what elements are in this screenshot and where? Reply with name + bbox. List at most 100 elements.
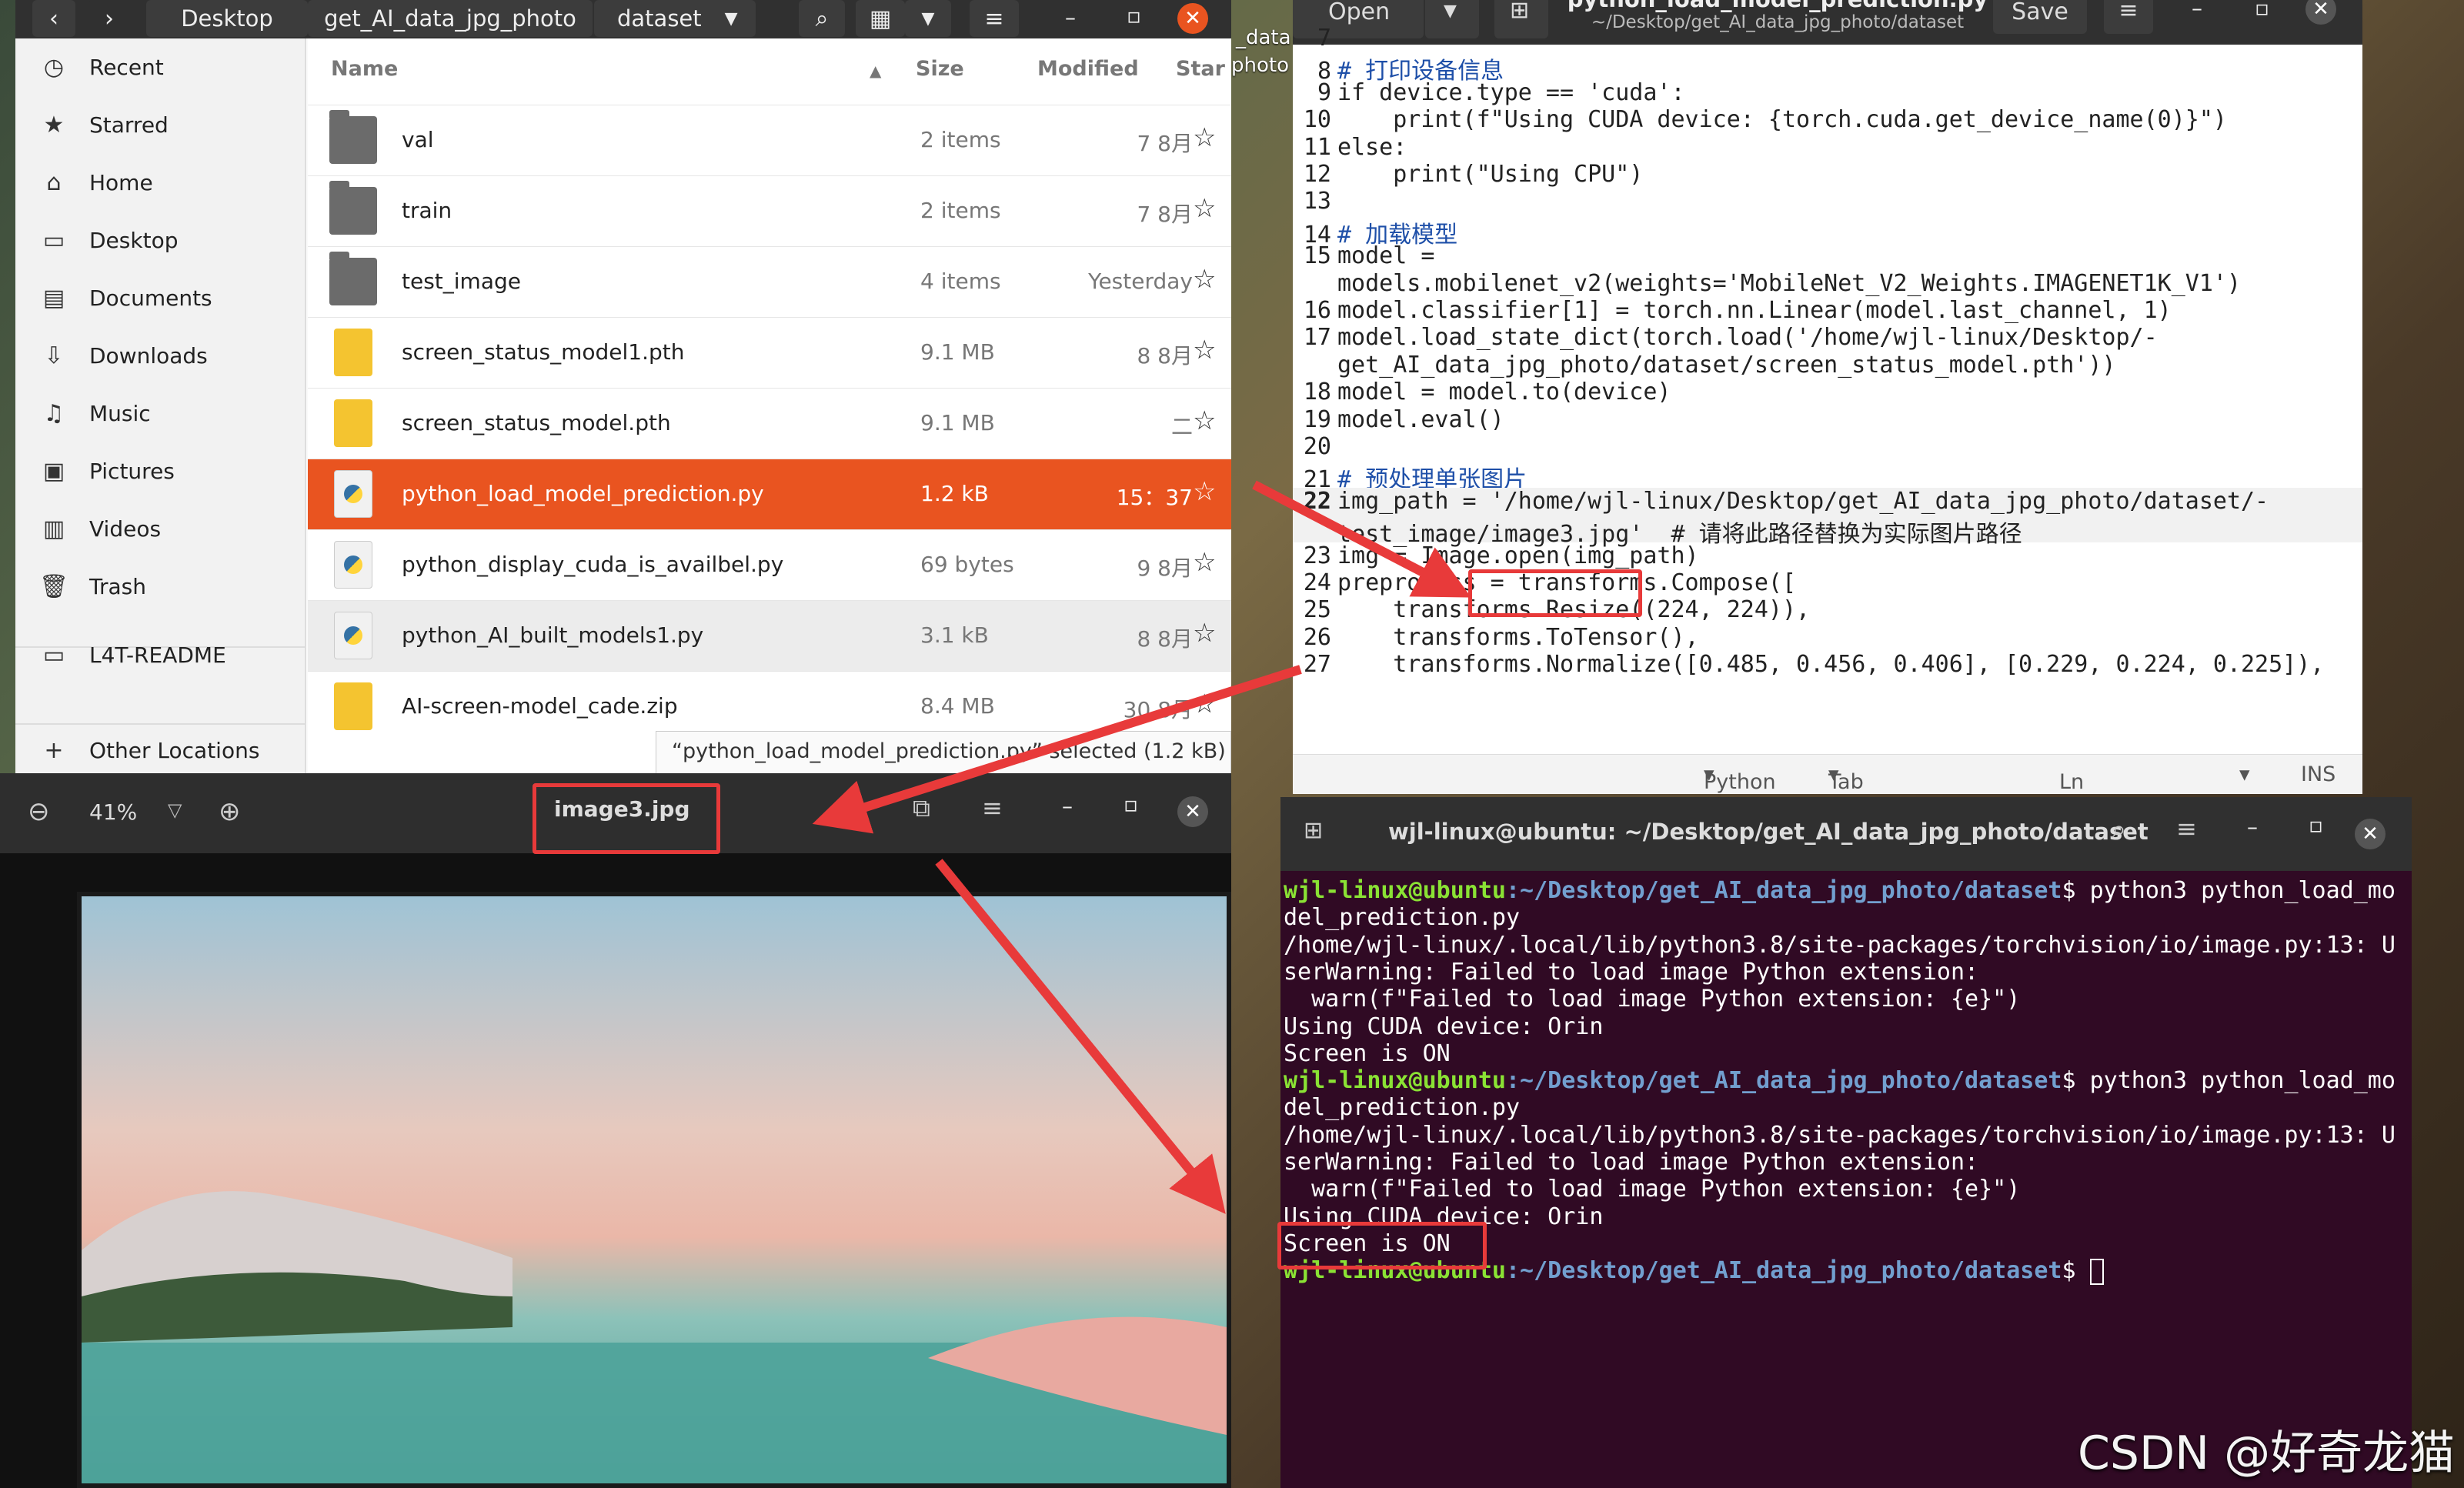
code-text: models.mobilenet_v2(weights='MobileNet_V… — [1337, 269, 2241, 297]
maximize-button[interactable]: ▫ — [2309, 812, 2323, 838]
sidebar-item-trash[interactable]: 🗑 Trash — [15, 558, 306, 615]
terminal-output[interactable]: wjl-linux@ubuntu:~/Desktop/get_AI_data_j… — [1280, 871, 2412, 1488]
forward-button[interactable]: › — [88, 0, 131, 37]
file-row[interactable]: test_image 4 items Yesterday ☆ — [308, 246, 1231, 317]
star-icon[interactable]: ☆ — [1193, 689, 1216, 719]
file-row[interactable]: python_load_model_prediction.py 1.2 kB 15：… — [308, 459, 1231, 529]
sidebar-item-desktop[interactable]: ▭ Desktop — [15, 212, 306, 269]
code-text: transforms.ToTensor(), — [1337, 623, 1699, 651]
search-icon[interactable]: ⌕ — [2112, 814, 2126, 845]
file-size: 69 bytes — [920, 552, 1014, 577]
chevron-down-icon: ▼ — [921, 8, 935, 28]
minimize-button[interactable]: – — [1062, 793, 1073, 819]
cursor — [2089, 1258, 2104, 1285]
terminal-title: wjl-linux@ubuntu: ~/Desktop/get_AI_data_… — [1388, 819, 2148, 845]
close-button[interactable]: ✕ — [1177, 796, 1208, 827]
output-text: warn(f"Failed to load image Python exten… — [1284, 1176, 2021, 1203]
file-row[interactable]: val 2 items 7 8月 ☆ — [308, 105, 1231, 175]
maximize-button[interactable]: ▫ — [2255, 0, 2269, 21]
hamburger-icon: ≡ — [2118, 0, 2138, 24]
sidebar-item-pictures[interactable]: ▣ Pictures — [15, 442, 306, 499]
terminal-line: serWarning: Failed to load image Python … — [1284, 959, 1978, 986]
close-button[interactable]: ✕ — [2305, 0, 2336, 25]
star-icon[interactable]: ☆ — [1193, 405, 1216, 436]
terminal-line: warn(f"Failed to load image Python exten… — [1284, 986, 2020, 1013]
sidebar-item-starred[interactable]: ★ Starred — [15, 96, 306, 153]
breadcrumb-folder[interactable]: get_AI_data_jpg_photo — [308, 0, 593, 37]
star-icon[interactable]: ☆ — [1193, 335, 1216, 365]
sidebar-item-l4t-readme[interactable]: ▭ L4T-README — [15, 626, 306, 683]
code-line: 24 preprocess = transforms.Compose([ — [1293, 569, 2362, 597]
file-size: 2 items — [920, 198, 1001, 223]
breadcrumb-desktop[interactable]: Desktop — [146, 0, 308, 37]
sidebar-item-other-locations[interactable]: + Other Locations — [15, 726, 306, 773]
file-row[interactable]: train 2 items 7 8月 ☆ — [308, 175, 1231, 246]
desktop-icon-label[interactable]: _data — [1236, 26, 1291, 49]
sidebar-item-label: Videos — [89, 515, 162, 542]
code-area[interactable]: 7 8 # 打印设备信息 9 if device.type == 'cuda': 10 p… — [1293, 25, 2362, 752]
file-row[interactable]: screen_status_model.pth 9.1 MB 二 ☆ — [308, 388, 1231, 459]
sidebar-item-videos[interactable]: ▥ Videos — [15, 500, 306, 557]
close-button[interactable]: ✕ — [1177, 3, 1208, 34]
star-icon[interactable]: ☆ — [1193, 122, 1216, 153]
line-number: 25 — [1303, 596, 1331, 624]
file-row[interactable]: python_display_cuda_is_availbel.py 69 byt… — [308, 529, 1231, 600]
file-row[interactable]: screen_status_model1.pth 9.1 MB 8 8月 ☆ — [308, 317, 1231, 388]
breadcrumb-current[interactable]: dataset ▼ — [594, 0, 756, 37]
hamburger-icon[interactable]: ≡ — [2176, 814, 2197, 843]
column-header: Name ▲ Size Modified Star — [308, 38, 1231, 105]
sidebar-item-documents[interactable]: ▤ Documents — [15, 269, 306, 326]
star-icon[interactable]: ☆ — [1193, 618, 1216, 649]
code-line: 23 img = Image.open(img_path) — [1293, 542, 2362, 570]
prompt-user: wjl-linux@ubuntu — [1284, 1067, 1506, 1095]
star-icon[interactable]: ☆ — [1193, 264, 1216, 295]
sidebar-item-recent[interactable]: ◷ Recent — [15, 38, 306, 95]
hamburger-icon[interactable]: ≡ — [982, 793, 1003, 822]
code-line: 25 transforms.Resize((224, 224)), — [1293, 596, 2362, 624]
star-icon[interactable]: ☆ — [1193, 476, 1216, 507]
line-number: 15 — [1303, 242, 1331, 270]
zoom-out-icon[interactable]: ⊖ — [28, 796, 50, 827]
highlight-viewer-title — [533, 783, 720, 854]
column-size[interactable]: Size — [916, 57, 964, 81]
file-size: 3.1 kB — [920, 622, 989, 648]
insert-mode[interactable]: INS — [2301, 762, 2335, 786]
image-canvas[interactable] — [0, 853, 1231, 1488]
star-icon: ★ — [43, 111, 65, 138]
minimize-button[interactable]: – — [2247, 814, 2258, 839]
close-button[interactable]: ✕ — [2355, 819, 2386, 849]
breadcrumb-current-label: dataset — [617, 5, 702, 32]
archive-icon — [334, 399, 372, 447]
view-options-button[interactable]: ▼ — [905, 0, 951, 37]
column-star[interactable]: Star — [1176, 57, 1225, 81]
maximize-button[interactable]: ▫ — [1123, 792, 1138, 817]
new-tab-icon[interactable]: ⊞ — [1304, 817, 1323, 844]
sidebar-item-home[interactable]: ⌂ Home — [15, 154, 306, 211]
minimize-button[interactable]: – — [2192, 0, 2202, 21]
code-line: 20 — [1293, 433, 2362, 461]
file-row[interactable]: python_AI_built_models1.py 3.1 kB 8 8月 ☆ — [308, 600, 1231, 671]
star-icon[interactable]: ☆ — [1193, 193, 1216, 224]
tab-width-selector[interactable]: Tab Width: 8 ▾ — [1828, 762, 1864, 794]
zoom-level[interactable]: 41% — [89, 799, 137, 825]
menu-button[interactable]: ≡ — [970, 0, 1019, 37]
view-grid-button[interactable]: ▦ — [856, 0, 905, 37]
sidebar-item-downloads[interactable]: ⇩ Downloads — [15, 327, 306, 384]
minimize-button[interactable]: – — [1065, 5, 1076, 30]
code-text: model = model.to(device) — [1337, 379, 1671, 406]
zoom-dropdown-icon[interactable]: ▽ — [168, 799, 182, 821]
desktop-icon-label[interactable]: photo — [1231, 54, 1289, 77]
star-icon[interactable]: ☆ — [1193, 547, 1216, 578]
back-button[interactable]: ‹ — [32, 0, 75, 37]
language-selector[interactable]: Python ▾ — [1704, 762, 1776, 794]
sidebar-item-music[interactable]: ♫ Music — [15, 385, 306, 442]
file-modified: 8 8月 — [1137, 626, 1193, 652]
column-name[interactable]: Name — [331, 57, 398, 81]
search-button[interactable]: ⌕ — [799, 0, 845, 37]
column-modified[interactable]: Modified — [1037, 57, 1139, 81]
maximize-button[interactable]: ▫ — [1127, 3, 1141, 28]
gallery-icon[interactable]: ⧉ — [913, 793, 930, 823]
line-number: 23 — [1303, 542, 1331, 569]
zoom-in-icon[interactable]: ⊕ — [219, 796, 241, 827]
chevron-down-icon[interactable]: ▾ — [2239, 762, 2250, 786]
